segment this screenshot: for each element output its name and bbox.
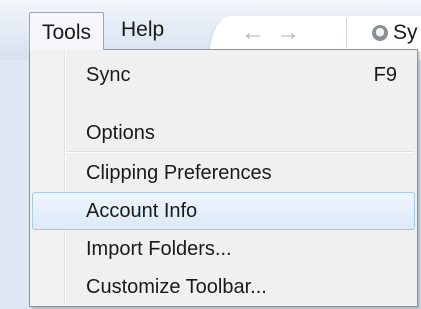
menu-help[interactable]: Help [121, 14, 164, 46]
menu-item-label: Account Info [86, 200, 198, 222]
menu-item-customize-toolbar[interactable]: Customize Toolbar... [32, 268, 415, 306]
menu-item-options[interactable]: Options [32, 114, 415, 152]
menu-item-import-folders[interactable]: Import Folders... [32, 230, 415, 268]
app-window: ← → Sy Tools Help Sync F9 Options Clippi… [0, 0, 421, 309]
back-arrow-icon[interactable]: ← [241, 19, 265, 47]
forward-arrow-icon[interactable]: → [276, 19, 300, 47]
menu-item-clipping-preferences[interactable]: Clipping Preferences [32, 154, 415, 192]
menu-item-shortcut: F9 [373, 64, 397, 86]
menu-tools[interactable]: Tools [29, 12, 104, 50]
sync-toolbar-button-label[interactable]: Sy [393, 19, 418, 47]
menu-item-label: Options [86, 122, 155, 144]
menu-item-label: Sync [86, 64, 131, 86]
sync-icon[interactable] [372, 25, 388, 41]
menu-item-sync[interactable]: Sync F9 [32, 56, 415, 94]
menu-item-label: Import Folders... [86, 238, 232, 260]
menu-item-label: Clipping Preferences [86, 162, 272, 184]
menu-item-label: Customize Toolbar... [86, 276, 267, 298]
menu-item-account-info[interactable]: Account Info [32, 192, 415, 230]
toolbar-separator [346, 18, 347, 48]
tools-dropdown-menu: Sync F9 Options Clipping Preferences Acc… [29, 49, 418, 307]
